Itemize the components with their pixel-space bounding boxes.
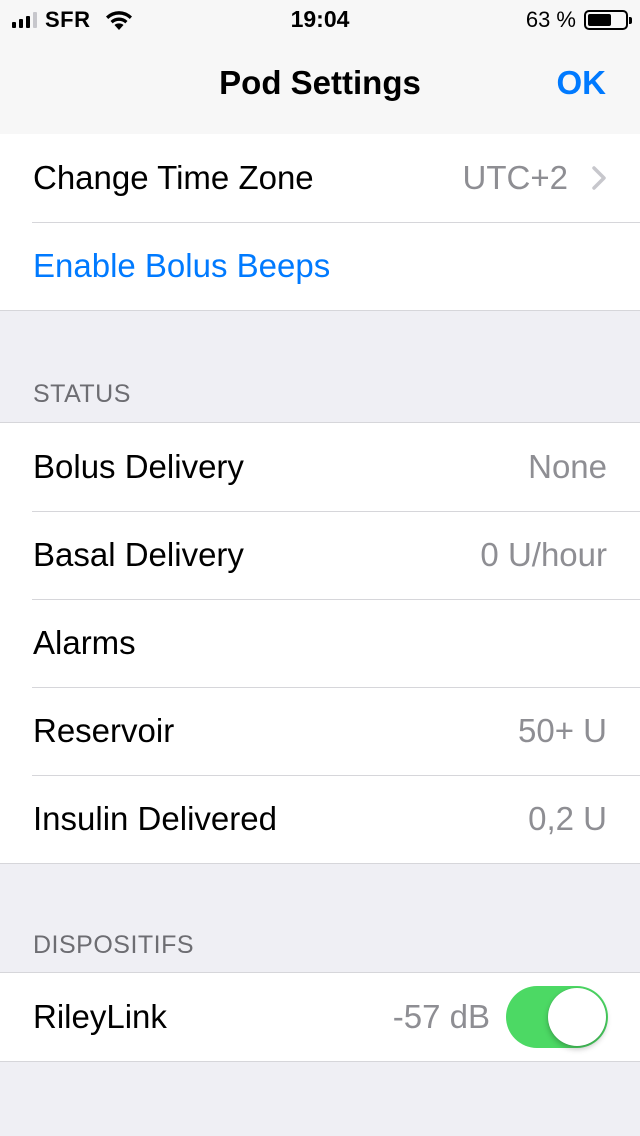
navigation-bar: Pod Settings OK — [0, 40, 640, 135]
toggle-knob — [548, 988, 606, 1046]
bolus-delivery-value: None — [528, 448, 607, 485]
battery-fill — [588, 14, 611, 26]
status-section-header: STATUS — [33, 380, 131, 408]
status-bar: SFR 19:04 63 % — [0, 0, 640, 40]
bolus-delivery-row: Bolus Delivery None — [0, 423, 640, 511]
rileylink-row[interactable]: RileyLink -57 dB — [0, 973, 640, 1061]
status-bar-right: 63 % — [525, 7, 632, 32]
insulin-delivered-row: Insulin Delivered 0,2 U — [0, 775, 640, 863]
page-title: Pod Settings — [219, 64, 421, 101]
battery-percentage: 63 % — [525, 7, 576, 32]
rileylink-label: RileyLink — [33, 998, 167, 1035]
enable-bolus-beeps-button[interactable]: Enable Bolus Beeps — [33, 222, 330, 310]
change-time-zone-label: Change Time Zone — [33, 159, 314, 196]
basal-delivery-row: Basal Delivery 0 U/hour — [0, 511, 640, 599]
rileylink-rssi: -57 dB — [392, 998, 490, 1035]
insulin-delivered-value: 0,2 U — [528, 800, 607, 837]
reservoir-row: Reservoir 50+ U — [0, 687, 640, 775]
reservoir-value: 50+ U — [518, 712, 607, 749]
bolus-delivery-label: Bolus Delivery — [33, 448, 244, 485]
time-zone-value: UTC+2 — [462, 159, 568, 196]
basal-delivery-value: 0 U/hour — [480, 536, 607, 573]
alarms-label: Alarms — [33, 624, 136, 661]
ok-button[interactable]: OK — [557, 64, 607, 102]
rileylink-toggle[interactable] — [506, 986, 608, 1048]
enable-bolus-beeps-row[interactable]: Enable Bolus Beeps — [0, 222, 640, 310]
devices-group: RileyLink -57 dB — [0, 972, 640, 1062]
reservoir-label: Reservoir — [33, 712, 175, 749]
status-group: Bolus Delivery None Basal Delivery 0 U/h… — [0, 422, 640, 864]
settings-group: Change Time Zone UTC+2 Enable Bolus Beep… — [0, 134, 640, 311]
battery-icon — [584, 10, 632, 30]
chevron-right-icon — [592, 166, 606, 190]
devices-section-header: DISPOSITIFS — [33, 931, 195, 959]
change-time-zone-row[interactable]: Change Time Zone UTC+2 — [0, 134, 640, 222]
basal-delivery-label: Basal Delivery — [33, 536, 244, 573]
insulin-delivered-label: Insulin Delivered — [33, 800, 277, 837]
alarms-row: Alarms — [0, 599, 640, 687]
